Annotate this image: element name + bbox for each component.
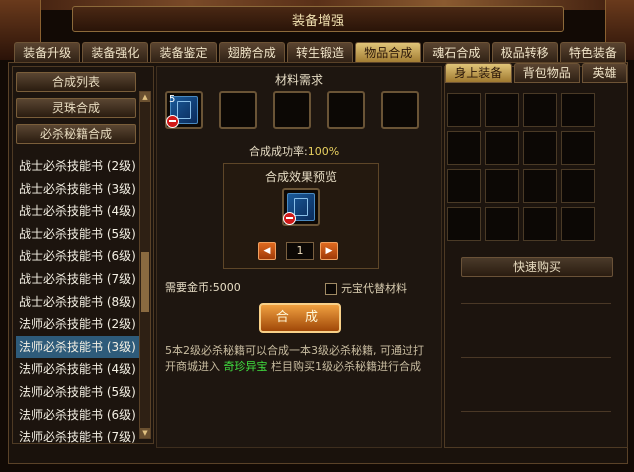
scroll-down-icon[interactable]: ▼ [140,428,150,438]
list-item[interactable]: 法师必杀技能书 (4级) [16,358,140,381]
list-item[interactable]: 战士必杀技能书 (7级) [16,268,140,291]
inventory-cell[interactable] [447,169,481,203]
unavailable-badge-icon [166,115,179,128]
gold-value: 5000 [212,281,241,294]
material-slot-1[interactable]: 5 [165,91,203,129]
list-item[interactable]: 法师必杀技能书 (5级) [16,381,140,404]
list-item[interactable]: 战士必杀技能书 (6级) [16,245,140,268]
inventory-cell[interactable] [561,207,595,241]
result-slot [282,188,320,226]
treasure-shop-link[interactable]: 奇珍异宝 [224,360,268,373]
material-slot-3[interactable] [273,91,311,129]
combine-button[interactable]: 合 成 [259,303,341,333]
inventory-cell[interactable] [561,169,595,203]
tab-equipment-upgrade[interactable]: 装备升级 [14,42,81,63]
material-slot-2[interactable] [219,91,257,129]
substitute-label: 元宝代替材料 [341,282,407,295]
synthesis-list-panel: 合成列表 灵珠合成 必杀秘籍合成 战士必杀技能书 (2级) 战士必杀技能书 (3… [12,66,154,444]
category-spirit-bead[interactable]: 灵珠合成 [16,98,136,118]
inventory-panel: 身上装备 背包物品 英雄 快速购买 [444,63,628,448]
tab-hero[interactable]: 英雄 [582,63,627,83]
tab-equipped-items[interactable]: 身上装备 [445,63,512,83]
inventory-grid [447,93,595,241]
materials-title: 材料需求 [274,73,323,87]
tab-special-equipment[interactable]: 特色装备 [559,42,626,63]
list-item[interactable]: 法师必杀技能书 (7级) [16,426,140,449]
tab-bar: 装备升级 装备强化 装备鉴定 翅膀合成 转生锻造 物品合成 魂石合成 极品转移 … [14,42,626,63]
list-item[interactable]: 战士必杀技能书 (3级) [16,178,140,201]
preview-title: 合成效果预览 [264,170,337,184]
tab-equipment-identify[interactable]: 装备鉴定 [150,42,217,63]
decrease-arrow-icon[interactable]: ◀ [258,242,276,260]
success-rate-value: 100% [307,145,340,158]
description-text: 栏目购买1级必杀秘籍进行合成 [267,360,421,373]
success-rate-label: 合成成功率: [249,145,308,158]
material-slot-5[interactable] [381,91,419,129]
inventory-cell[interactable] [523,169,557,203]
list-item-selected[interactable]: 法师必杀技能书 (3级) [16,335,140,359]
tab-soulstone-synthesis[interactable]: 魂石合成 [423,42,490,63]
list-item[interactable]: 法师必杀技能书 (2级) [16,313,140,336]
tab-wing-synthesis[interactable]: 翅膀合成 [218,42,285,63]
success-rate: 合成成功率:100% [249,143,339,159]
tab-item-synthesis[interactable]: 物品合成 [355,42,422,63]
category-secret-book[interactable]: 必杀秘籍合成 [16,124,136,144]
tab-equipment-enhance[interactable]: 装备强化 [82,42,149,63]
tab-bag-items[interactable]: 背包物品 [513,63,580,83]
inventory-cell[interactable] [447,93,481,127]
gold-label: 需要金币: [165,281,213,294]
scroll-thumb[interactable] [141,252,149,312]
synthesis-description: 5本2级必杀秘籍可以合成一本3级必杀秘籍, 可通过打开商城进入 奇珍异宝 栏目购… [165,343,429,375]
inventory-cell[interactable] [447,131,481,165]
scroll-up-icon[interactable]: ▲ [140,92,150,102]
quantity-field[interactable]: 1 [286,242,314,260]
inventory-cell[interactable] [485,207,519,241]
window-title: 装备增强 [72,6,564,32]
synthesis-list-header: 合成列表 [16,72,136,92]
list-item[interactable]: 战士必杀技能书 (8级) [16,291,140,314]
gold-cost: 需要金币:5000 [165,279,241,295]
divider [461,357,611,358]
inventory-cell[interactable] [447,207,481,241]
tab-rebirth-forge[interactable]: 转生锻造 [286,42,354,63]
tab-top-transfer[interactable]: 极品转移 [491,42,558,63]
list-item[interactable]: 法师必杀技能书 (6级) [16,404,140,427]
list-item[interactable]: 战士必杀技能书 (5级) [16,223,140,246]
inventory-cell[interactable] [523,207,557,241]
increase-arrow-icon[interactable]: ▶ [320,242,338,260]
recipe-list: 战士必杀技能书 (2级) 战士必杀技能书 (3级) 战士必杀技能书 (4级) 战… [16,155,140,449]
inventory-cell[interactable] [485,131,519,165]
inventory-cell[interactable] [485,169,519,203]
inventory-cell[interactable] [561,93,595,127]
material-slot-4[interactable] [327,91,365,129]
synthesis-center-panel: 材料需求 5 合成成功率:100% 合成效果预览 ◀ 1 ▶ 需要金币:5000… [156,66,442,448]
inventory-cell[interactable] [485,93,519,127]
quick-buy-header[interactable]: 快速购买 [461,257,613,277]
inventory-cell[interactable] [523,131,557,165]
result-preview-box: 合成效果预览 ◀ 1 ▶ [223,163,379,269]
substitute-checkbox[interactable] [325,283,337,295]
divider [461,303,611,304]
unavailable-badge-icon [283,212,296,225]
inventory-tab-bar: 身上装备 背包物品 英雄 [445,63,627,83]
inventory-cell[interactable] [561,131,595,165]
list-scrollbar[interactable]: ▲ ▼ [139,91,151,439]
list-item[interactable]: 战士必杀技能书 (4级) [16,200,140,223]
material-count: 5 [169,94,176,105]
inventory-cell[interactable] [523,93,557,127]
list-item[interactable]: 战士必杀技能书 (2级) [16,155,140,178]
divider [461,411,611,412]
